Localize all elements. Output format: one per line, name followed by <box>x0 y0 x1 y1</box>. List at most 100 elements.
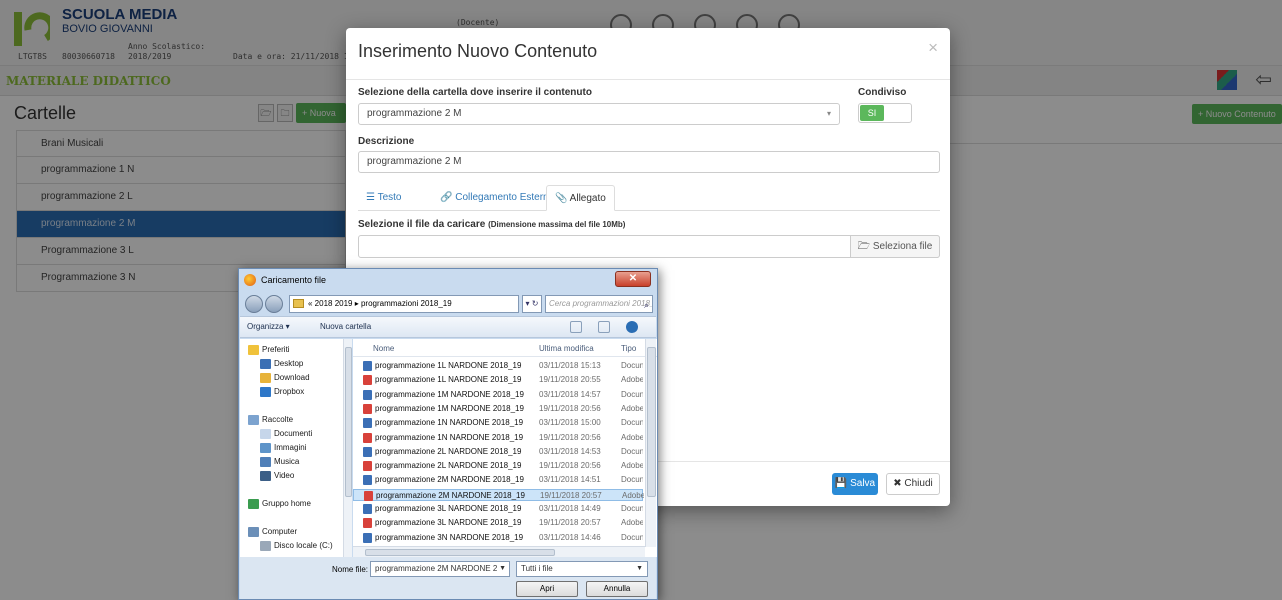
scrollbar[interactable] <box>645 339 656 547</box>
documents-icon <box>260 429 271 439</box>
file-row[interactable]: programmazione 1N NARDONE 2018_19 03/11/2… <box>353 417 643 429</box>
file-row-selected[interactable]: programmazione 2M NARDONE 2018_19 19/11/2… <box>353 488 644 501</box>
help-icon[interactable] <box>626 321 638 333</box>
refresh-icon[interactable]: ▾ ↻ <box>522 295 542 313</box>
file-list: Nome Ultima modifica Tipo programmazione… <box>353 339 657 557</box>
close-icon[interactable]: ✕ <box>615 271 651 287</box>
nav-disco-locale[interactable]: Disco locale (C:) <box>274 541 333 550</box>
file-type: Adobe <box>621 461 643 471</box>
word-file-icon <box>363 446 372 457</box>
nav-video[interactable]: Video <box>274 471 294 480</box>
music-icon <box>260 457 271 467</box>
tab-testo[interactable]: ☰ Testo <box>358 185 409 211</box>
close-icon[interactable]: × <box>928 38 938 58</box>
descrizione-input[interactable]: programmazione 2 M <box>358 151 940 173</box>
filename-input[interactable]: programmazione 2M NARDONE 2 ▼ <box>370 561 510 577</box>
library-icon <box>248 415 259 425</box>
modal-title: Inserimento Nuovo Contenuto <box>358 41 598 61</box>
file-row[interactable]: programmazione 3L NARDONE 2018_19 19/11/2… <box>353 517 643 529</box>
nav-dropbox[interactable]: Dropbox <box>274 387 304 396</box>
file-row[interactable]: programmazione 1L NARDONE 2018_19 03/11/2… <box>353 360 643 372</box>
close-button[interactable]: ✖ Chiudi <box>886 473 940 495</box>
filename-value: programmazione 2M NARDONE 2 <box>375 564 498 573</box>
pdf-file-icon <box>363 403 372 414</box>
back-icon[interactable] <box>245 295 263 313</box>
nav-immagini[interactable]: Immagini <box>274 443 306 452</box>
dialog-footer: Nome file: programmazione 2M NARDONE 2 ▼… <box>240 557 656 599</box>
view-options-icon[interactable] <box>570 321 582 333</box>
scrollbar[interactable] <box>353 546 645 557</box>
file-size-hint: (Dimensione massima del file 10Mb) <box>488 220 626 229</box>
file-row[interactable]: programmazione 1M NARDONE 2018_19 19/11/2… <box>353 403 643 415</box>
condiviso-toggle[interactable]: SI <box>858 103 912 123</box>
file-name: programmazione 1M NARDONE 2018_19 <box>375 389 524 399</box>
folder-select[interactable]: programmazione 2 M ▾ <box>358 103 840 125</box>
nav-gruppo-home[interactable]: Gruppo home <box>262 499 311 508</box>
file-upload-dialog: Caricamento file ✕ « 2018 2019 ▸ program… <box>238 268 658 600</box>
file-row[interactable]: programmazione 1N NARDONE 2018_19 19/11/2… <box>353 432 643 444</box>
chevron-down-icon[interactable]: ▼ <box>499 562 506 576</box>
condiviso-label: Condiviso <box>858 87 907 98</box>
file-name: programmazione 3L NARDONE 2018_19 <box>375 518 522 528</box>
tab-allegato[interactable]: 📎 Allegato <box>546 185 615 211</box>
disk-icon <box>260 541 271 551</box>
nav-preferiti[interactable]: Preferiti <box>262 345 290 354</box>
scrollbar-thumb[interactable] <box>365 549 555 556</box>
column-tipo[interactable]: Tipo <box>621 344 636 353</box>
nav-musica[interactable]: Musica <box>274 457 299 466</box>
file-row[interactable]: programmazione 3L NARDONE 2018_19 03/11/2… <box>353 503 643 515</box>
descrizione-label: Descrizione <box>358 136 415 147</box>
file-row[interactable]: programmazione 1L NARDONE 2018_19 19/11/2… <box>353 374 643 386</box>
pdf-file-icon <box>363 375 372 386</box>
tab-collegamento-esterno[interactable]: 🔗 Collegamento Esterno <box>432 185 562 211</box>
save-button[interactable]: 💾 Salva <box>832 473 878 495</box>
file-date: 19/11/2018 20:56 <box>539 461 601 471</box>
nuova-cartella-button[interactable]: Nuova cartella <box>320 322 371 331</box>
homegroup-icon <box>248 499 259 509</box>
nav-desktop[interactable]: Desktop <box>274 359 303 368</box>
file-type: Adobe <box>621 518 643 528</box>
nav-raccolte[interactable]: Raccolte <box>262 415 293 424</box>
scrollbar-thumb[interactable] <box>345 347 352 497</box>
preview-pane-icon[interactable] <box>598 321 610 333</box>
file-name: programmazione 1M NARDONE 2018_19 <box>375 403 524 413</box>
file-name: programmazione 1L NARDONE 2018_19 <box>375 361 522 370</box>
select-file-button[interactable]: 🗁 Seleziona file <box>850 235 940 258</box>
chevron-down-icon: ▼ <box>636 565 643 572</box>
nav-computer[interactable]: Computer <box>262 527 297 536</box>
file-row[interactable]: programmazione 2M NARDONE 2018_19 03/11/2… <box>353 474 643 486</box>
search-input[interactable]: Cerca programmazioni 2018_19 ⌕ <box>545 295 653 313</box>
file-row[interactable]: programmazione 1M NARDONE 2018_19 03/11/2… <box>353 389 643 401</box>
file-row[interactable]: programmazione 3N NARDONE 2018_19 03/11/2… <box>353 532 643 544</box>
forward-icon[interactable] <box>265 295 283 313</box>
nav-download[interactable]: Download <box>274 373 310 382</box>
file-select-label-text: Selezione il file da caricare <box>358 219 486 230</box>
file-date: 03/11/2018 14:53 <box>539 446 601 456</box>
file-type: Docun <box>621 361 643 370</box>
file-name: programmazione 2M NARDONE 2018_19 <box>375 475 524 485</box>
dialog-titlebar[interactable]: Caricamento file ✕ <box>239 269 657 291</box>
filetype-select[interactable]: Tutti i file ▼ <box>516 561 648 577</box>
nav-buttons <box>245 295 289 313</box>
file-path-input[interactable]: 🗁 Seleziona file <box>358 235 940 258</box>
file-name: programmazione 3N NARDONE 2018_19 <box>375 532 524 542</box>
file-name: programmazione 1N NARDONE 2018_19 <box>375 418 524 428</box>
scrollbar-thumb[interactable] <box>647 347 656 497</box>
file-type: Docun <box>621 418 643 428</box>
star-icon <box>248 345 259 355</box>
file-row[interactable]: programmazione 2L NARDONE 2018_19 03/11/2… <box>353 446 643 458</box>
open-button[interactable]: Apri <box>516 581 578 597</box>
column-nome[interactable]: Nome <box>373 344 394 353</box>
word-file-icon <box>363 504 372 514</box>
organizza-menu[interactable]: Organizza ▾ <box>247 322 290 331</box>
cancel-button[interactable]: Annulla <box>586 581 648 597</box>
nav-documenti[interactable]: Documenti <box>274 429 312 438</box>
address-bar[interactable]: « 2018 2019 ▸ programmazioni 2018_19 <box>289 295 519 313</box>
column-ultima-modifica[interactable]: Ultima modifica <box>539 344 594 353</box>
file-type: Docun <box>621 446 643 456</box>
file-name: programmazione 2L NARDONE 2018_19 <box>375 461 522 471</box>
file-date: 03/11/2018 14:57 <box>539 389 601 399</box>
scrollbar[interactable] <box>343 339 352 557</box>
file-row[interactable]: programmazione 2L NARDONE 2018_19 19/11/2… <box>353 460 643 472</box>
file-date: 19/11/2018 20:57 <box>540 490 602 500</box>
